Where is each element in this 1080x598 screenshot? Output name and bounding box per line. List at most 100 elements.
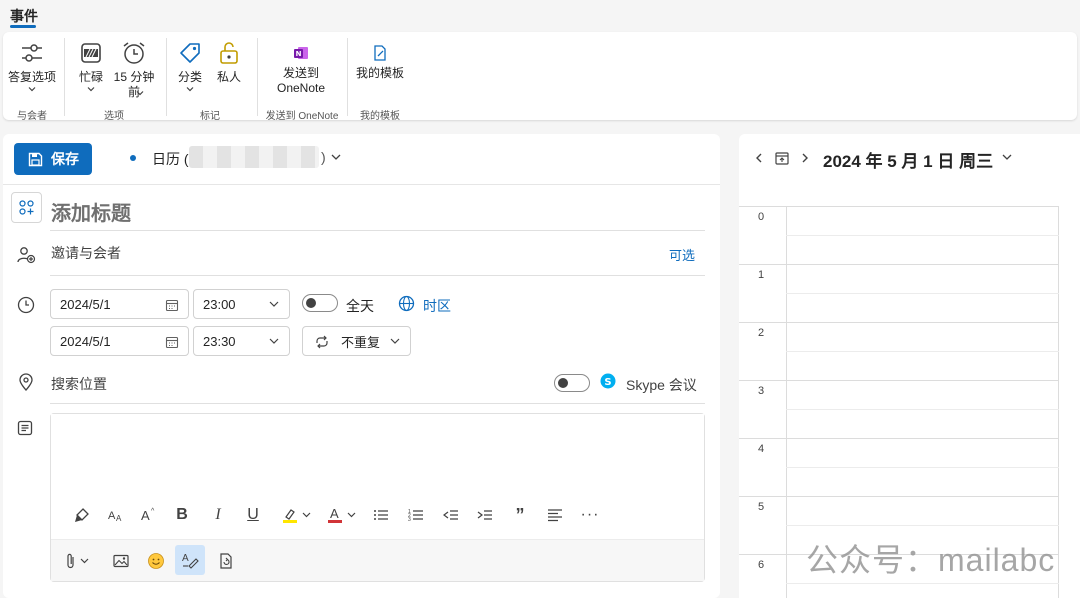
italic-icon[interactable]: I (206, 503, 230, 527)
skype-meeting-toggle[interactable] (554, 374, 590, 392)
underline-icon[interactable]: U (241, 503, 265, 527)
group-label-tags: 标记 (200, 111, 220, 122)
reminder-label: 15 分钟 前 (113, 70, 155, 99)
half-hour-line (786, 525, 1059, 526)
paperclip-icon (67, 553, 89, 569)
bold-icon[interactable]: B (170, 503, 194, 527)
chevron-right-icon[interactable] (799, 152, 811, 164)
tag-icon (180, 43, 200, 63)
hour-line (739, 322, 1059, 323)
chevron-left-icon[interactable] (753, 152, 765, 164)
font-size-increase-icon: A ^ (141, 508, 155, 523)
sliders-icon (22, 44, 42, 62)
half-hour-line (786, 235, 1059, 236)
save-button[interactable]: 保存 (14, 143, 92, 175)
private-label: 私人 (216, 70, 241, 84)
svg-text:A: A (182, 553, 189, 564)
hour-label: 0 (758, 211, 765, 223)
notes-body[interactable] (51, 414, 704, 492)
tab-event[interactable]: 事件 (10, 6, 38, 26)
svg-text:A: A (330, 506, 339, 521)
editor-assist-button[interactable]: A (175, 545, 205, 575)
align-left-icon[interactable] (543, 503, 567, 527)
save-icon (28, 152, 43, 166)
repeat-icon (316, 335, 328, 349)
hour-label: 1 (758, 269, 765, 281)
format-painter-button[interactable] (69, 503, 95, 527)
increase-indent-icon[interactable] (473, 503, 497, 527)
notes-editor[interactable]: AA A ^ B I U A 123 ” ··· A (50, 413, 705, 582)
more-options-icon[interactable]: ··· (578, 503, 602, 527)
notes-icon (17, 420, 33, 436)
chevron-down-icon (269, 301, 279, 307)
category-icon (19, 200, 34, 215)
highlight-button[interactable] (277, 503, 317, 527)
title-input[interactable]: 添加标题 (51, 197, 131, 226)
end-date-value: 2024/5/1 (60, 333, 111, 349)
insert-toolbar: A (51, 539, 704, 581)
chevron-down-icon[interactable] (330, 151, 342, 163)
optional-attendees-link[interactable]: 可选 (669, 245, 695, 264)
svg-text:A: A (141, 508, 150, 523)
end-date-picker[interactable]: 2024/5/1 (50, 326, 189, 356)
reminder-button[interactable]: 15 分钟 前 (111, 40, 157, 100)
go-to-today-icon[interactable] (774, 150, 790, 166)
current-date-title[interactable]: 2024 年 5 月 1 日 周三 (823, 147, 993, 172)
group-label-options: 选项 (104, 111, 124, 122)
reply-options-button[interactable]: 答复选项 (6, 40, 58, 97)
end-time-picker[interactable]: 23:30 (193, 326, 290, 356)
font-size-increase-button[interactable]: A ^ (135, 503, 161, 527)
attach-file-button[interactable] (63, 549, 95, 573)
hour-label: 4 (758, 443, 765, 455)
start-time-picker[interactable]: 23:00 (193, 289, 290, 319)
timezone-button[interactable]: 时区 (423, 296, 451, 316)
group-label-onenote: 发送到 OneNote (265, 111, 339, 122)
template-document-icon (374, 45, 386, 61)
all-day-label: 全天 (346, 298, 374, 314)
calendar-label[interactable]: 日历 ( (152, 149, 189, 169)
attendees-underline (50, 275, 705, 276)
insert-image-icon[interactable] (109, 549, 133, 573)
all-day-toggle[interactable] (302, 294, 338, 312)
send-to-onenote-label: 发送到 OneNote (276, 66, 326, 95)
chevron-down-icon[interactable] (1001, 151, 1013, 163)
chevron-down-icon (87, 87, 95, 92)
numbered-list-icon[interactable]: 123 (404, 503, 428, 527)
start-date-picker[interactable]: 2024/5/1 (50, 289, 189, 319)
busy-button[interactable]: 忙碌 (75, 40, 107, 97)
half-hour-line (786, 467, 1059, 468)
event-form: 保存 日历 ( ) 添加标题 邀请与会者 可选 2024/5/1 23:00 全… (3, 134, 720, 598)
my-templates-button[interactable]: 我的模板 (355, 44, 405, 81)
calendar-account-redacted (189, 146, 319, 168)
hour-line (739, 264, 1059, 265)
header-divider (3, 184, 720, 185)
font-size-decrease-button[interactable]: AA (102, 503, 128, 527)
decrease-indent-icon[interactable] (439, 503, 463, 527)
group-label-templates: 我的模板 (360, 111, 400, 122)
chevron-down-icon (136, 91, 144, 96)
half-hour-line (786, 351, 1059, 352)
private-button[interactable]: 私人 (213, 40, 245, 85)
send-to-onenote-button[interactable]: N 发送到 OneNote (271, 44, 331, 96)
quote-icon[interactable]: ” (508, 503, 532, 527)
calendar-color-dot (130, 155, 136, 161)
ribbon-divider (347, 38, 348, 116)
skype-icon: S (600, 373, 616, 389)
hour-label: 2 (758, 327, 765, 339)
chevron-down-icon (269, 338, 279, 344)
bullet-list-icon[interactable] (369, 503, 393, 527)
globe-icon[interactable] (398, 295, 415, 312)
svg-text:A: A (108, 510, 116, 522)
repeat-dropdown[interactable]: 不重复 (302, 326, 411, 356)
half-hour-line (786, 409, 1059, 410)
category-picker[interactable] (11, 192, 42, 223)
text-editor-pen-icon: A (182, 553, 199, 569)
chevron-down-icon (390, 338, 400, 344)
end-time-value: 23:30 (203, 333, 236, 349)
location-input[interactable]: 搜索位置 (51, 374, 107, 394)
categorize-button[interactable]: 分类 (175, 40, 205, 97)
loop-component-icon[interactable] (214, 549, 238, 573)
attendees-input[interactable]: 邀请与会者 (51, 243, 121, 263)
emoji-icon[interactable] (144, 549, 168, 573)
font-color-button[interactable]: A (322, 503, 362, 527)
